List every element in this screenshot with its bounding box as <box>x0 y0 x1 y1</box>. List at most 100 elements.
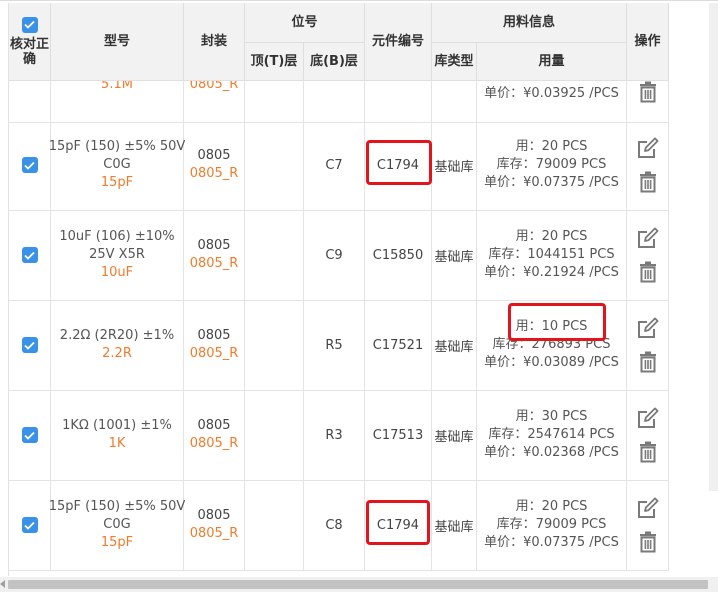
model-cell: 2.2Ω (2R20) ±1% 2.2R <box>51 300 184 390</box>
model-spec-line: 15pF (150) ±5% 50V <box>48 139 186 154</box>
actions-cell <box>627 120 669 210</box>
row-checkbox[interactable] <box>21 517 38 533</box>
header-bottom-layer[interactable]: 底(B)层 <box>304 42 365 80</box>
usage-cell: 用：20 PCS 库存：79009 PCS 单价：¥0.07375 /PCS <box>477 480 627 570</box>
model-spec-line: 2.2Ω (2R20) ±1% <box>59 328 175 343</box>
package-sub: 0805_R <box>189 526 239 541</box>
package-sub: 0805_R <box>189 436 239 451</box>
model-spec-line: 15pF (150) ±5% 50V <box>48 499 186 514</box>
edit-icon[interactable] <box>636 136 660 160</box>
checkmark-icon <box>24 20 35 29</box>
package-cell: 0805 0805_R <box>184 300 245 390</box>
checkbox-cell <box>9 480 51 570</box>
model-spec-line: 10uF (106) ±10% <box>59 229 175 244</box>
checkmark-icon <box>24 251 35 260</box>
model-spec-line: 1KΩ (1001) ±1% <box>62 418 172 433</box>
bottom-layer-cell: R5 <box>304 300 365 390</box>
table-row: 15pF (150) ±5% 50V C0G 15pF 0805 0805_R C8 C17… <box>9 480 669 571</box>
model-spec-line: C0G <box>103 517 131 532</box>
edit-icon[interactable] <box>636 406 660 430</box>
package-name: 0805 <box>197 238 231 253</box>
trash-icon[interactable] <box>636 260 660 284</box>
row-checkbox[interactable] <box>21 337 38 353</box>
package-name: 0805 <box>197 328 231 343</box>
header-check-all: 核对正确 <box>9 3 51 80</box>
stock-quantity: 库存：2547614 PCS <box>488 427 615 442</box>
edit-icon[interactable] <box>636 496 660 520</box>
model-spec-line: 25V X5R <box>89 247 145 262</box>
header-package[interactable]: 封装 <box>184 3 245 80</box>
unit-price: 单价：¥0.03925 /PCS <box>484 86 619 101</box>
edit-icon[interactable] <box>636 226 660 250</box>
checkmark-icon <box>24 431 35 440</box>
library-type-cell: 基础库 <box>432 390 477 480</box>
stock-quantity: 库存：79009 PCS <box>496 157 607 172</box>
unit-price: 单价：¥0.02368 /PCS <box>484 445 619 460</box>
usage-cell: 用：20 PCS 库存：79009 PCS 单价：¥0.07375 /PCS <box>477 120 627 210</box>
header-part-number[interactable]: 元件编号 <box>365 3 432 80</box>
page-top-border <box>0 0 718 1</box>
unit-price: 单价：¥0.07375 /PCS <box>484 535 619 550</box>
row-checkbox[interactable] <box>21 157 38 173</box>
bottom-layer-cell: R3 <box>304 390 365 480</box>
top-layer-cell <box>245 300 304 390</box>
actions-cell <box>627 300 669 390</box>
package-sub: 0805_R <box>189 166 239 181</box>
check-all-checkbox[interactable] <box>21 16 38 33</box>
header-top-layer[interactable]: 顶(T)层 <box>245 42 304 80</box>
header-position: 位号 <box>245 3 365 42</box>
model-cell: 10uF (106) ±10% 25V X5R 10uF <box>51 210 184 300</box>
trash-icon[interactable] <box>636 350 660 374</box>
checkmark-icon <box>24 521 35 530</box>
horizontal-scrollbar[interactable] <box>0 577 718 592</box>
top-layer-cell <box>245 120 304 210</box>
model-cell: 15pF (150) ±5% 50V C0G 15pF <box>48 480 186 570</box>
header-check-all-label: 核对正确 <box>9 36 49 67</box>
package-cell: 0805 0805_R <box>184 210 245 300</box>
model-value: 2.2R <box>102 346 132 361</box>
trash-icon[interactable] <box>636 80 660 104</box>
package-sub: 0805_R <box>189 346 239 361</box>
usage-quantity: 用：20 PCS <box>515 499 588 514</box>
horizontal-scroll-thumb[interactable] <box>8 580 708 589</box>
row-checkbox[interactable] <box>21 247 38 263</box>
model-spec-line: C0G <box>103 157 131 172</box>
trash-icon[interactable] <box>636 530 660 554</box>
unit-price: 单价：¥0.07375 /PCS <box>484 175 619 190</box>
table-row: 15pF (150) ±5% 50V C0G 15pF 0805 0805_R C7 C17… <box>9 120 669 211</box>
top-layer-cell <box>245 390 304 480</box>
package-sub: 0805_R <box>189 256 239 271</box>
header-usage[interactable]: 用量 <box>477 42 627 80</box>
model-cell: 1KΩ (1001) ±1% 1K <box>51 390 184 480</box>
model-value: 10uF <box>100 265 134 280</box>
header-material-info: 用料信息 <box>432 3 627 42</box>
usage-quantity: 用：30 PCS <box>515 409 588 424</box>
checkbox-cell <box>9 390 51 480</box>
part-number-cell: C15850 <box>365 210 432 300</box>
header-model[interactable]: 型号 <box>51 3 184 80</box>
top-layer-cell <box>245 480 304 570</box>
actions-cell <box>627 390 669 480</box>
header-library-type[interactable]: 库类型 <box>432 42 477 80</box>
library-type-cell: 基础库 <box>432 210 477 300</box>
usage-cell: 用：30 PCS 库存：2547614 PCS 单价：¥0.02368 /PCS <box>477 390 627 480</box>
checkbox-cell <box>9 300 51 390</box>
library-type-cell: 基础库 <box>432 480 477 570</box>
scroll-left-arrow-icon[interactable] <box>0 580 5 588</box>
row-checkbox[interactable] <box>21 427 38 443</box>
bottom-layer-cell: C7 <box>304 120 365 210</box>
top-layer-cell <box>245 210 304 300</box>
package-cell: 0805 0805_R <box>184 480 245 570</box>
part-number-cell: C17513 <box>365 390 432 480</box>
stock-quantity: 库存：79009 PCS <box>496 517 607 532</box>
bottom-layer-cell: C8 <box>304 480 365 570</box>
trash-icon[interactable] <box>636 440 660 464</box>
trash-icon[interactable] <box>636 170 660 194</box>
highlight-box-part-number <box>366 140 432 185</box>
vertical-scrollbar[interactable] <box>709 3 718 491</box>
usage-quantity: 用：20 PCS <box>515 229 588 244</box>
actions-cell <box>627 480 669 570</box>
model-value: 15pF <box>100 175 134 190</box>
model-value: 15pF <box>100 535 134 550</box>
edit-icon[interactable] <box>636 316 660 340</box>
